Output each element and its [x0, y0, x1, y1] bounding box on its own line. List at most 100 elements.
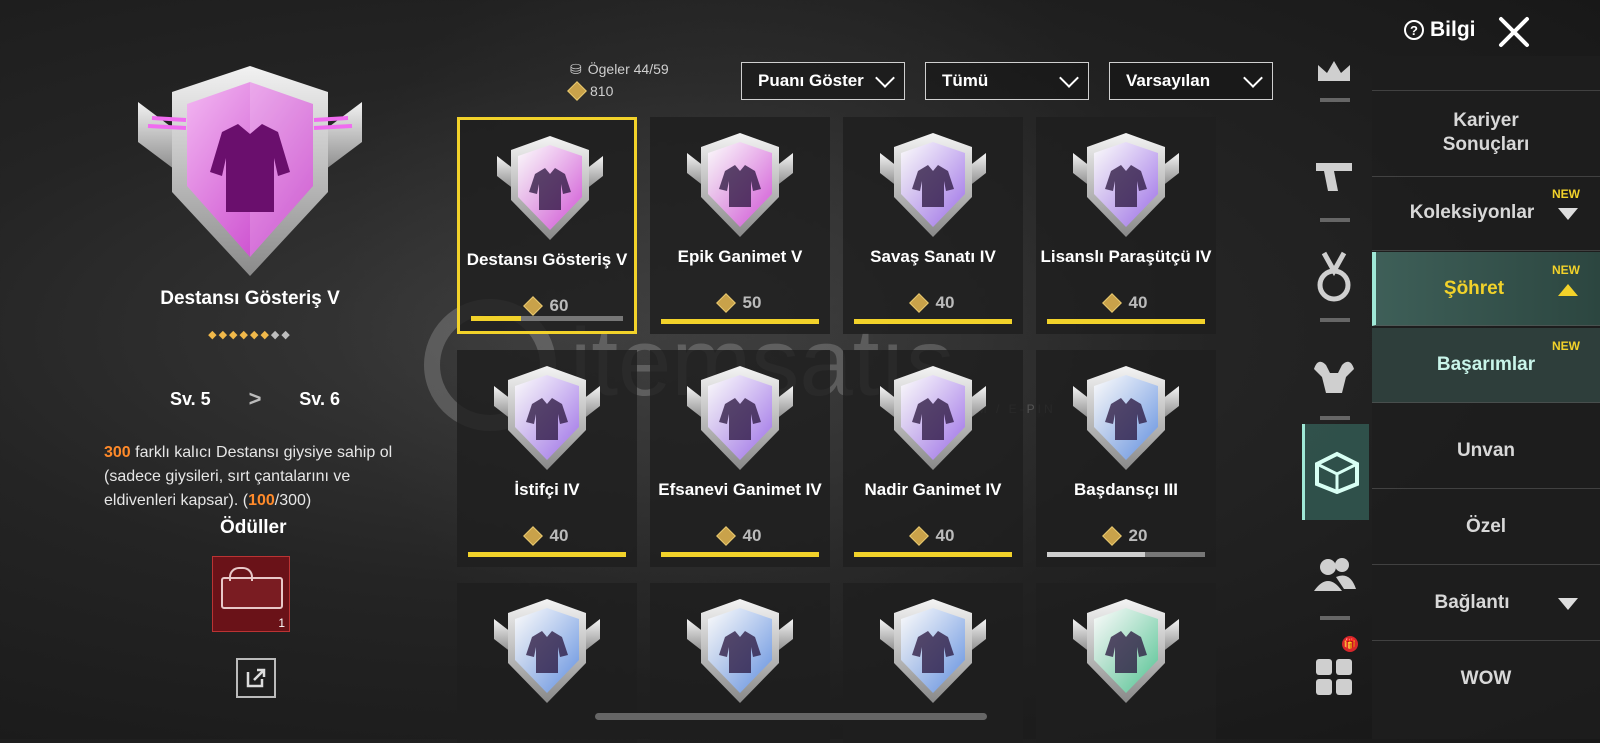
category-filter-dropdown[interactable]: Tümü	[925, 62, 1089, 100]
more-tab[interactable]: 🎁	[1302, 636, 1366, 712]
achievement-card[interactable]: Başdansçı III 20	[1036, 350, 1216, 567]
tab-divider	[1320, 98, 1350, 102]
menu-connection-label: Bağlantı	[1434, 592, 1510, 613]
pistol-icon	[1316, 163, 1352, 191]
tab-divider	[1320, 218, 1350, 222]
menu-fame[interactable]: NEW Şöhret	[1372, 252, 1600, 326]
achievement-name: Destansı Gösteriş V	[466, 250, 628, 269]
menu-connection[interactable]: Bağlantı	[1372, 566, 1600, 641]
achievement-points: 50	[650, 293, 830, 313]
rewards-title: Ödüller	[220, 517, 287, 538]
achievement-card[interactable]: Epik Ganimet V 50	[650, 117, 830, 334]
medal-icon	[1317, 251, 1351, 302]
menu-title[interactable]: Unvan	[1372, 414, 1600, 489]
achievement-card[interactable]: Efsanevi Ganimet IV 40	[650, 350, 830, 567]
medal-tab[interactable]	[1302, 242, 1366, 322]
points-coin-icon	[522, 296, 543, 316]
points-value: 20	[1128, 526, 1148, 545]
achievement-card[interactable]	[1036, 583, 1216, 743]
chevron-down-icon	[1243, 68, 1263, 88]
items-count: Ögeler 44/59	[587, 61, 669, 77]
achievement-name: Epik Ganimet V	[677, 247, 803, 266]
achievement-progress-bar	[661, 552, 819, 557]
strength-tab[interactable]	[1302, 340, 1366, 420]
menu-special[interactable]: Özel	[1372, 490, 1600, 565]
weapon-tab[interactable]	[1302, 142, 1366, 222]
tab-divider	[1320, 318, 1350, 322]
level-from: Sv. 5	[170, 388, 211, 409]
menu-achievements[interactable]: NEW Başarımlar	[1372, 328, 1600, 403]
achievement-progress-bar	[468, 552, 626, 557]
wardrobe-box-icon	[1315, 451, 1359, 494]
new-badge: NEW	[1552, 263, 1580, 277]
points-coin-icon	[522, 526, 543, 546]
achievement-card[interactable]: Nadir Ganimet IV 40	[843, 350, 1023, 567]
desc-progress-rest: /300)	[274, 492, 312, 509]
achievement-progress-bar	[1047, 319, 1205, 324]
menu-collections[interactable]: NEW Koleksiyonlar	[1372, 176, 1600, 251]
info-label: Bilgi	[1430, 18, 1476, 41]
chevron-right-icon: >	[248, 386, 262, 411]
progress-fill	[468, 552, 626, 557]
achievement-card[interactable]: Lisanslı Paraşütçü IV 40	[1036, 117, 1216, 334]
achievement-card[interactable]: İstifçi IV 40	[457, 350, 637, 567]
new-badge: NEW	[1552, 187, 1580, 201]
progress-fill	[854, 552, 1012, 557]
crown-tab[interactable]	[1302, 52, 1366, 102]
score-filter-label: Puanı Göster	[758, 71, 864, 90]
points-coin-icon	[908, 293, 929, 313]
achievement-progress-bar	[471, 316, 623, 321]
achievement-name: Başdansçı III	[1074, 480, 1178, 499]
menu-career[interactable]: Kariyer Sonuçları	[1372, 90, 1600, 177]
desc-progress: 100	[248, 492, 275, 509]
achievement-badge-icon	[880, 133, 986, 237]
tab-divider	[1320, 416, 1350, 420]
points-value: 40	[549, 526, 569, 545]
expand-icon	[1558, 598, 1578, 610]
friends-icon	[1314, 558, 1356, 591]
share-button[interactable]	[236, 658, 276, 698]
horizontal-scrollbar[interactable]	[595, 713, 987, 720]
level-to: Sv. 6	[299, 388, 340, 409]
sort-label: Varsayılan	[1126, 71, 1211, 90]
tier-stars: ◆◆◆◆◆◆◆◆	[208, 329, 292, 341]
achievement-description: 300 farklı kalıcı Destansı giysiye sahip…	[104, 441, 394, 513]
menu-collections-label: Koleksiyonlar	[1409, 202, 1535, 223]
achievement-points: 40	[457, 526, 637, 546]
friends-tab[interactable]	[1302, 540, 1366, 620]
category-filter-label: Tümü	[942, 71, 989, 90]
new-badge: NEW	[1552, 339, 1580, 353]
achievement-badge-icon	[880, 599, 986, 703]
info-button[interactable]: ? Bilgi	[1404, 18, 1476, 42]
menu-statistics-cutoff[interactable]	[1372, 56, 1600, 91]
progress-fill	[471, 316, 522, 321]
side-menu: Kariyer Sonuçları NEW Koleksiyonlar NEW …	[1372, 56, 1600, 739]
progress-fill	[661, 319, 819, 324]
collection-tab[interactable]	[1302, 424, 1369, 520]
sort-dropdown[interactable]: Varsayılan	[1109, 62, 1273, 100]
achievement-points: 40	[843, 293, 1023, 313]
achievement-points: 40	[650, 526, 830, 546]
achievement-card[interactable]: Destansı Gösteriş V 60	[457, 117, 637, 334]
gift-badge-icon: 🎁	[1342, 636, 1358, 652]
reward-item[interactable]: 1	[212, 556, 290, 632]
expand-icon	[1558, 208, 1578, 220]
points-coin-icon	[715, 526, 736, 546]
points-value: 40	[742, 526, 762, 545]
score-filter-dropdown[interactable]: Puanı Göster	[741, 62, 905, 100]
points-coin-icon	[715, 293, 736, 313]
items-icon: ⛁	[570, 60, 582, 77]
chevron-down-icon	[875, 68, 895, 88]
achievement-progress-bar	[854, 552, 1012, 557]
achievement-card[interactable]: Savaş Sanatı IV 40	[843, 117, 1023, 334]
progress-fill	[1047, 552, 1145, 557]
menu-wow[interactable]: WOW	[1372, 642, 1600, 716]
close-icon[interactable]	[1496, 14, 1532, 50]
chevron-down-icon	[1059, 68, 1079, 88]
category-icon-strip: 🎁	[1302, 56, 1369, 739]
flexing-icon	[1314, 361, 1354, 393]
chest-icon	[221, 567, 283, 609]
achievement-badge-icon	[880, 366, 986, 470]
achievement-badge-icon	[1073, 133, 1179, 237]
points-coin-icon	[908, 526, 929, 546]
